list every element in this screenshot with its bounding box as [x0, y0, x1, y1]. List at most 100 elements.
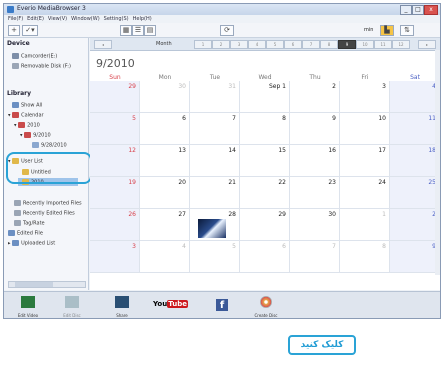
calendar-day-cell[interactable]: 29: [90, 81, 140, 113]
calendar-day-cell[interactable]: 12: [90, 145, 140, 177]
sidebar-item-month[interactable]: ▾ 9/2010: [20, 132, 51, 139]
menu-edit[interactable]: Edit(E): [27, 15, 44, 23]
grid-view-icon[interactable]: ▦: [120, 25, 132, 36]
calendar-day-cell[interactable]: 6: [240, 241, 290, 273]
calendar-day-cell[interactable]: 24: [340, 177, 390, 209]
sidebar-item-year[interactable]: ▾ 2010: [14, 122, 40, 129]
month-box-3[interactable]: 3: [230, 40, 248, 49]
sidebar-item-recently-edited[interactable]: Recently Edited Files: [14, 210, 75, 217]
day-number: 5: [232, 243, 236, 250]
sidebar-item-day[interactable]: 9/28/2010: [32, 142, 67, 149]
calendar-day-cell[interactable]: 25: [390, 177, 440, 209]
month-box-1[interactable]: 1: [194, 40, 212, 49]
close-button[interactable]: x: [424, 5, 438, 15]
calendar-day-cell[interactable]: 5: [90, 113, 140, 145]
prev-year-button[interactable]: ◂: [94, 40, 112, 49]
calendar-day-cell[interactable]: 18: [390, 145, 440, 177]
month-box-12[interactable]: 12: [392, 40, 410, 49]
calendar-day-cell[interactable]: 28: [190, 209, 240, 241]
calendar-day-cell[interactable]: Sep 1: [240, 81, 290, 113]
list-view-icon[interactable]: ☰: [132, 25, 144, 36]
menu-window[interactable]: Window(W): [71, 15, 100, 23]
calendar-day-cell[interactable]: 9: [390, 241, 440, 273]
menu-help[interactable]: Help(H): [133, 15, 152, 23]
sidebar-item-uploaded-list[interactable]: ▸ Uploaded List: [8, 240, 55, 247]
calendar-day-cell[interactable]: 2: [290, 81, 340, 113]
next-year-button[interactable]: ▸: [418, 40, 436, 49]
day-number: 30: [328, 211, 336, 218]
month-box-8[interactable]: 8: [320, 40, 338, 49]
calendar-day-cell[interactable]: 5: [190, 241, 240, 273]
calendar-view-icon[interactable]: ▤: [144, 25, 156, 36]
calendar-day-cell[interactable]: 17: [340, 145, 390, 177]
month-box-9[interactable]: 9: [338, 40, 356, 49]
calendar-day-cell[interactable]: 22: [240, 177, 290, 209]
month-box-5[interactable]: 5: [266, 40, 284, 49]
import-icon[interactable]: ▙: [380, 25, 394, 36]
create-disc-button[interactable]: Create Disc: [248, 294, 284, 318]
calendar-day-cell[interactable]: 8: [240, 113, 290, 145]
youtube-button[interactable]: YouTube: [150, 294, 194, 318]
calendar-day-cell[interactable]: 31: [190, 81, 240, 113]
calendar-day-cell[interactable]: 16: [290, 145, 340, 177]
sidebar-item-tag-rate[interactable]: Tag/Rate: [14, 220, 45, 227]
day-number: 8: [282, 115, 286, 122]
calendar-day-cell[interactable]: 13: [140, 145, 190, 177]
menu-setting[interactable]: Setting(S): [104, 15, 129, 23]
month-box-11[interactable]: 11: [374, 40, 392, 49]
calendar-day-cell[interactable]: 27: [140, 209, 190, 241]
video-thumbnail[interactable]: [198, 219, 226, 238]
edit-dropdown-button[interactable]: ✓▾: [22, 25, 38, 36]
sidebar-item-calendar[interactable]: ▾ Calendar: [8, 112, 44, 119]
device-removable-disk[interactable]: Removable Disk (F:): [12, 63, 71, 70]
sidebar-item-show-all[interactable]: Show All: [12, 102, 42, 109]
scrollbar-thumb[interactable]: [15, 282, 53, 287]
sidebar-item-recently-imported[interactable]: Recently Imported Files: [14, 200, 82, 207]
calendar-day-cell[interactable]: 15: [240, 145, 290, 177]
calendar-day-cell[interactable]: 20: [140, 177, 190, 209]
calendar-day-cell[interactable]: 7: [290, 241, 340, 273]
calendar-day-cell[interactable]: 26: [90, 209, 140, 241]
device-camcorder[interactable]: Camcorder(E:): [12, 53, 57, 60]
menu-view[interactable]: View(V): [48, 15, 67, 23]
rotate-icon[interactable]: ⟳: [220, 25, 234, 36]
calendar-day-cell[interactable]: 6: [140, 113, 190, 145]
calendar-day-cell[interactable]: 11: [390, 113, 440, 145]
facebook-button[interactable]: f: [204, 294, 240, 318]
calendar-day-cell[interactable]: 30: [140, 81, 190, 113]
sidebar-item-edited-file[interactable]: Edited File: [8, 230, 43, 237]
minimize-button[interactable]: _: [400, 5, 412, 15]
edit-disc-button[interactable]: Edit Disc: [54, 294, 90, 318]
calendar-day-cell[interactable]: 2: [390, 209, 440, 241]
calendar-day-cell[interactable]: 8: [340, 241, 390, 273]
maximize-button[interactable]: □: [412, 5, 424, 15]
calendar-day-cell[interactable]: 10: [340, 113, 390, 145]
calendar-day-cell[interactable]: 14: [190, 145, 240, 177]
calendar-day-cell[interactable]: 9: [290, 113, 340, 145]
sidebar-scrollbar[interactable]: [8, 281, 86, 288]
day-number: 7: [332, 243, 336, 250]
calendar-day-cell[interactable]: 29: [240, 209, 290, 241]
menu-file[interactable]: File(F): [8, 15, 23, 23]
weekday-sat: Sat: [410, 74, 420, 81]
month-box-4[interactable]: 4: [248, 40, 266, 49]
month-box-2[interactable]: 2: [212, 40, 230, 49]
calendar-day-cell[interactable]: 1: [340, 209, 390, 241]
sort-icon[interactable]: ⇅: [400, 25, 414, 36]
month-box-7[interactable]: 7: [302, 40, 320, 49]
month-box-10[interactable]: 10: [356, 40, 374, 49]
calendar-day-cell[interactable]: 19: [90, 177, 140, 209]
month-box-6[interactable]: 6: [284, 40, 302, 49]
calendar-day-cell[interactable]: 7: [190, 113, 240, 145]
calendar-day-cell[interactable]: 21: [190, 177, 240, 209]
calendar-day-cell[interactable]: 3: [340, 81, 390, 113]
add-button[interactable]: +: [8, 25, 20, 36]
calendar-day-cell[interactable]: 4: [140, 241, 190, 273]
share-button[interactable]: Share: [104, 294, 140, 318]
calendar-day-cell[interactable]: 4: [390, 81, 440, 113]
edit-video-button[interactable]: Edit Video: [10, 294, 46, 318]
calendar-scrollbar[interactable]: [435, 50, 440, 275]
calendar-day-cell[interactable]: 23: [290, 177, 340, 209]
calendar-day-cell[interactable]: 30: [290, 209, 340, 241]
calendar-day-cell[interactable]: 3: [90, 241, 140, 273]
